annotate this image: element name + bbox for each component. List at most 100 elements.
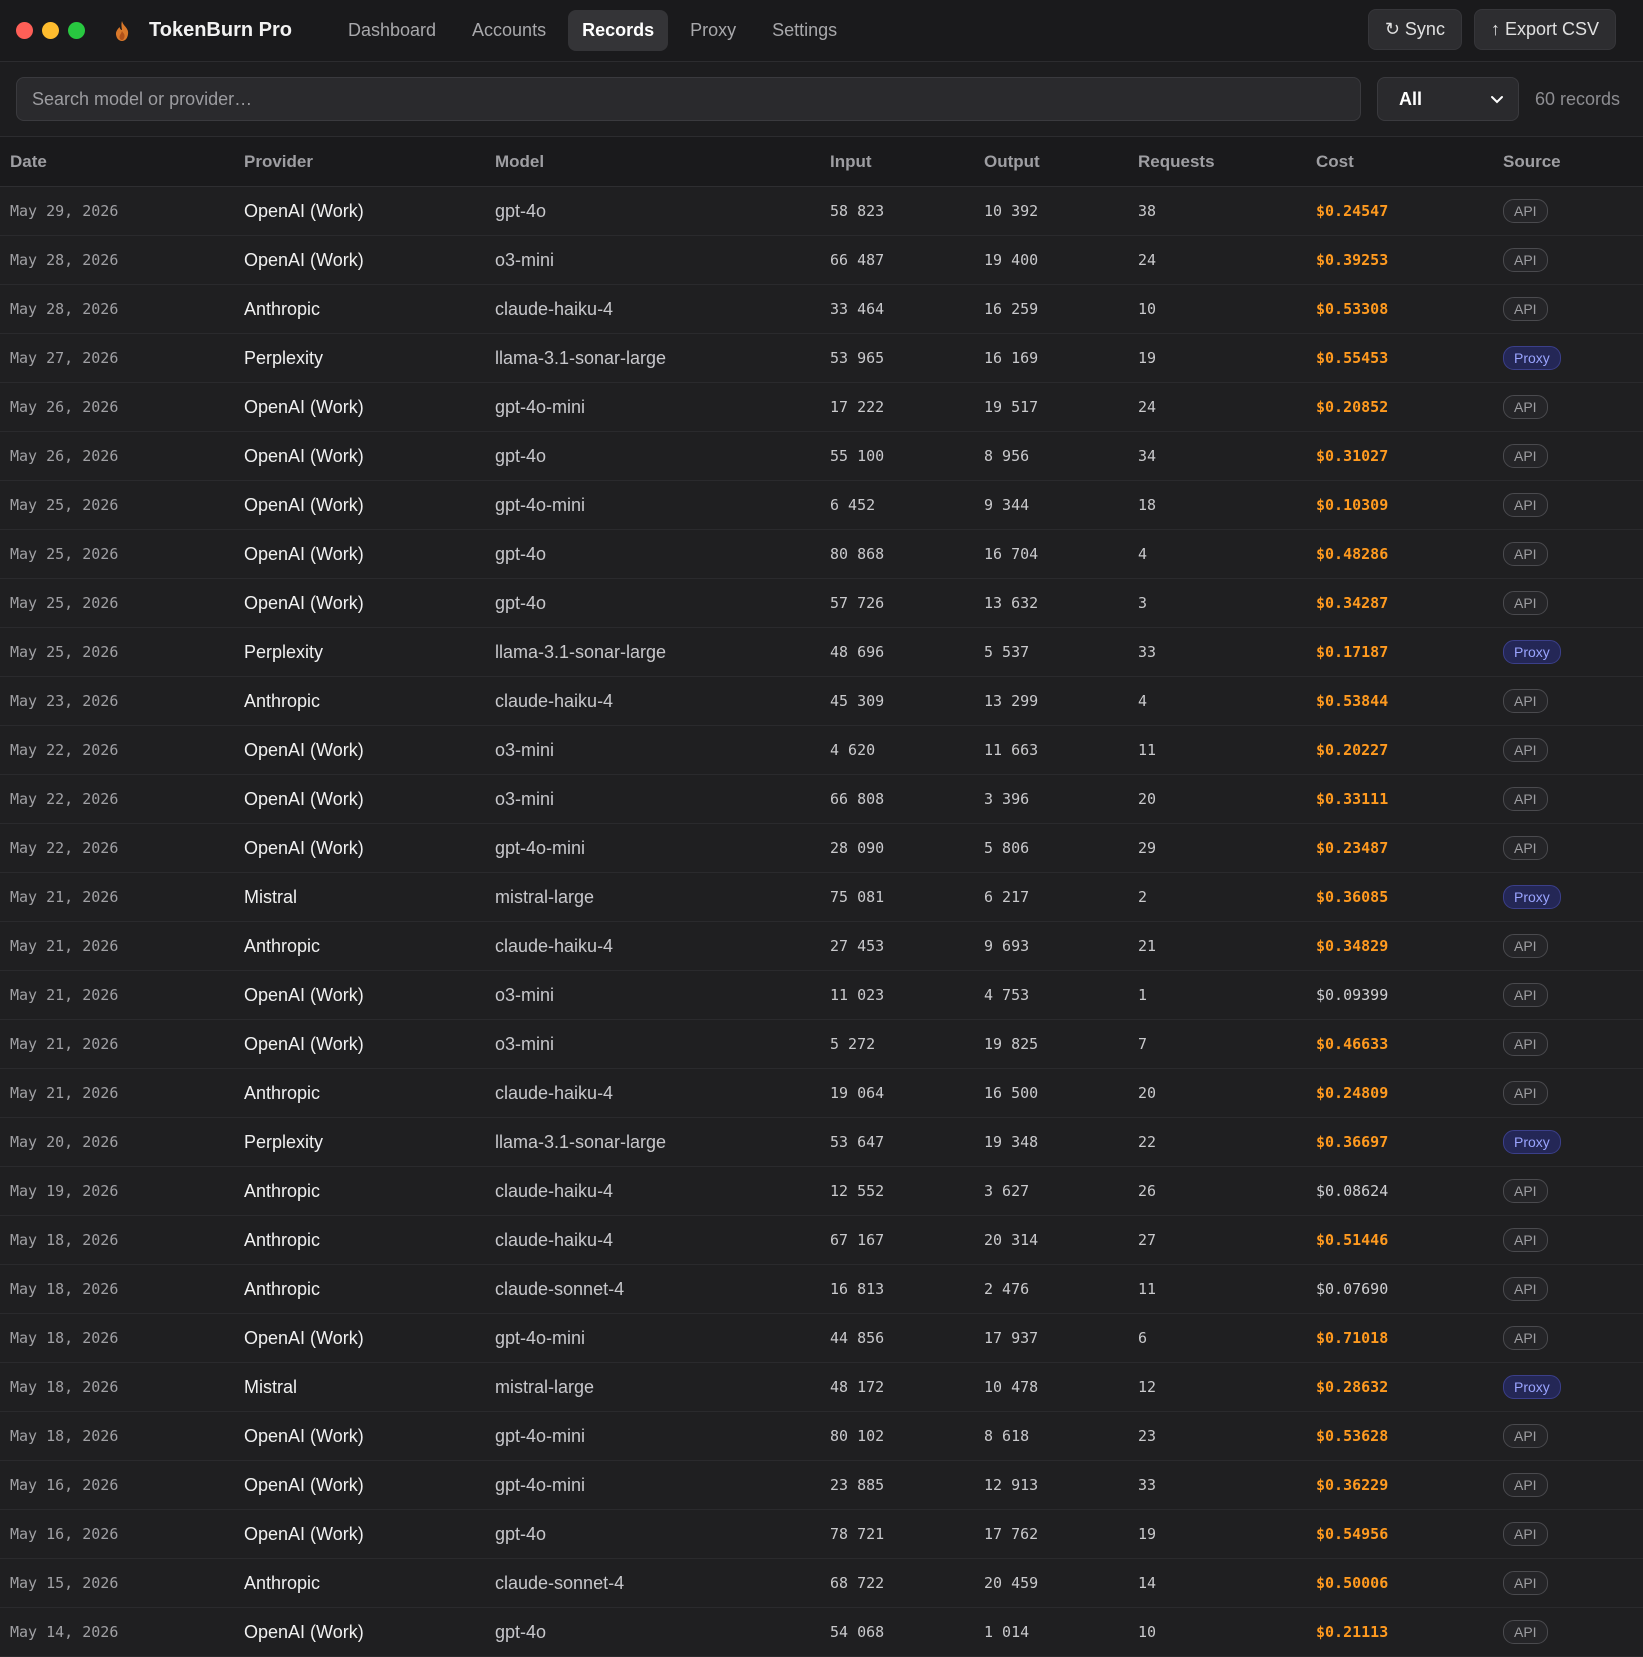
cell-provider: OpenAI (Work) bbox=[234, 431, 485, 481]
cell-provider: Anthropic bbox=[234, 1264, 485, 1314]
table-row[interactable]: May 21, 2026 Mistral mistral-large 75 081 6 … bbox=[0, 872, 1643, 922]
cell-model: claude-haiku-4 bbox=[485, 676, 820, 726]
cell-output: 19 400 bbox=[974, 235, 1128, 285]
cell-provider: OpenAI (Work) bbox=[234, 1460, 485, 1510]
cell-date: May 28, 2026 bbox=[0, 284, 234, 334]
table-row[interactable]: May 25, 2026 OpenAI (Work) gpt-4o-mini 6 45… bbox=[0, 480, 1643, 530]
cell-source: API bbox=[1493, 823, 1643, 873]
table-row[interactable]: May 28, 2026 OpenAI (Work) o3-mini 66 487 19… bbox=[0, 235, 1643, 285]
cell-provider: Perplexity bbox=[234, 1117, 485, 1167]
cell-cost: $0.10309 bbox=[1306, 480, 1493, 530]
tab-settings[interactable]: Settings bbox=[758, 10, 851, 51]
cell-output: 2 476 bbox=[974, 1264, 1128, 1314]
source-badge: API bbox=[1503, 1424, 1548, 1448]
cell-model: gpt-4o-mini bbox=[485, 480, 820, 530]
cell-input: 6 452 bbox=[820, 480, 974, 530]
cell-provider: OpenAI (Work) bbox=[234, 1411, 485, 1461]
table-row[interactable]: May 23, 2026 Anthropic claude-haiku-4 45 30… bbox=[0, 676, 1643, 726]
cell-output: 19 825 bbox=[974, 1019, 1128, 1069]
column-header-input[interactable]: Input bbox=[820, 137, 974, 187]
column-header-source[interactable]: Source bbox=[1493, 137, 1643, 187]
cell-input: 58 823 bbox=[820, 186, 974, 236]
table-row[interactable]: May 18, 2026 Anthropic claude-haiku-4 67 16… bbox=[0, 1215, 1643, 1265]
cell-input: 5 272 bbox=[820, 1019, 974, 1069]
table-row[interactable]: May 18, 2026 Anthropic claude-sonnet-4 16 8… bbox=[0, 1264, 1643, 1314]
table-row[interactable]: May 22, 2026 OpenAI (Work) o3-mini 4 620 11 … bbox=[0, 725, 1643, 775]
column-header-model[interactable]: Model bbox=[485, 137, 820, 187]
column-header-provider[interactable]: Provider bbox=[234, 137, 485, 187]
export-csv-button[interactable]: ↑ Export CSV bbox=[1473, 9, 1616, 50]
minimize-window-button[interactable] bbox=[42, 22, 59, 39]
cell-input: 53 647 bbox=[820, 1117, 974, 1167]
cell-model: gpt-4o bbox=[485, 529, 820, 579]
table-row[interactable]: May 20, 2026 Perplexity llama-3.1-sonar-la… bbox=[0, 1117, 1643, 1167]
table-row[interactable]: May 25, 2026 Perplexity llama-3.1-sonar-la… bbox=[0, 627, 1643, 677]
tab-dashboard[interactable]: Dashboard bbox=[334, 10, 450, 51]
table-row[interactable]: May 22, 2026 OpenAI (Work) gpt-4o-mini 28 0… bbox=[0, 823, 1643, 873]
source-badge: API bbox=[1503, 248, 1548, 272]
cell-input: 54 068 bbox=[820, 1607, 974, 1657]
cell-provider: OpenAI (Work) bbox=[234, 529, 485, 579]
tab-records[interactable]: Records bbox=[568, 10, 669, 51]
table-row[interactable]: May 21, 2026 Anthropic claude-haiku-4 27 45… bbox=[0, 921, 1643, 971]
cell-source: API bbox=[1493, 529, 1643, 579]
source-badge: API bbox=[1503, 1228, 1548, 1252]
cell-input: 67 167 bbox=[820, 1215, 974, 1265]
cell-output: 19 517 bbox=[974, 382, 1128, 432]
maximize-window-button[interactable] bbox=[68, 22, 85, 39]
column-header-output[interactable]: Output bbox=[974, 137, 1128, 187]
cell-input: 19 064 bbox=[820, 1068, 974, 1118]
cell-requests: 38 bbox=[1128, 186, 1306, 236]
table-row[interactable]: May 15, 2026 Anthropic claude-sonnet-4 68 7… bbox=[0, 1558, 1643, 1608]
search-input[interactable] bbox=[16, 77, 1361, 121]
table-row[interactable]: May 26, 2026 OpenAI (Work) gpt-4o-mini 17 2… bbox=[0, 382, 1643, 432]
sync-button[interactable]: ↻ Sync bbox=[1367, 9, 1462, 50]
table-row[interactable]: May 18, 2026 OpenAI (Work) gpt-4o-mini 80 1… bbox=[0, 1411, 1643, 1461]
cell-input: 68 722 bbox=[820, 1558, 974, 1608]
cell-model: gpt-4o bbox=[485, 1607, 820, 1657]
table-row[interactable]: May 26, 2026 OpenAI (Work) gpt-4o 55 100 8 9… bbox=[0, 431, 1643, 481]
source-badge: API bbox=[1503, 1032, 1548, 1056]
cell-model: gpt-4o bbox=[485, 186, 820, 236]
table-row[interactable]: May 21, 2026 OpenAI (Work) o3-mini 5 272 19 … bbox=[0, 1019, 1643, 1069]
column-header-date[interactable]: Date bbox=[0, 137, 234, 187]
table-row[interactable]: May 16, 2026 OpenAI (Work) gpt-4o 78 721 17 … bbox=[0, 1509, 1643, 1559]
cell-cost: $0.53628 bbox=[1306, 1411, 1493, 1461]
table-row[interactable]: May 22, 2026 OpenAI (Work) o3-mini 66 808 3 … bbox=[0, 774, 1643, 824]
tab-proxy[interactable]: Proxy bbox=[676, 10, 750, 51]
table-row[interactable]: May 25, 2026 OpenAI (Work) gpt-4o 57 726 13 … bbox=[0, 578, 1643, 628]
table-row[interactable]: May 25, 2026 OpenAI (Work) gpt-4o 80 868 16 … bbox=[0, 529, 1643, 579]
cell-source: API bbox=[1493, 578, 1643, 628]
table-row[interactable]: May 18, 2026 Mistral mistral-large 48 172 10… bbox=[0, 1362, 1643, 1412]
cell-input: 80 102 bbox=[820, 1411, 974, 1461]
cell-requests: 23 bbox=[1128, 1411, 1306, 1461]
cell-model: gpt-4o bbox=[485, 578, 820, 628]
close-window-button[interactable] bbox=[16, 22, 33, 39]
app-title: TokenBurn Pro bbox=[149, 19, 292, 41]
cell-requests: 7 bbox=[1128, 1019, 1306, 1069]
cell-output: 6 217 bbox=[974, 872, 1128, 922]
table-row[interactable]: May 14, 2026 OpenAI (Work) gpt-4o 54 068 1 0… bbox=[0, 1607, 1643, 1657]
table-row[interactable]: May 19, 2026 Anthropic claude-haiku-4 12 55… bbox=[0, 1166, 1643, 1216]
source-badge: API bbox=[1503, 1571, 1548, 1595]
table-row[interactable]: May 16, 2026 OpenAI (Work) gpt-4o-mini 23 8… bbox=[0, 1460, 1643, 1510]
table-row[interactable]: May 27, 2026 Perplexity llama-3.1-sonar-la… bbox=[0, 333, 1643, 383]
table-row[interactable]: May 21, 2026 OpenAI (Work) o3-mini 11 023 4 … bbox=[0, 970, 1643, 1020]
cell-source: API bbox=[1493, 284, 1643, 334]
cell-cost: $0.46633 bbox=[1306, 1019, 1493, 1069]
source-badge: API bbox=[1503, 1326, 1548, 1350]
cell-requests: 4 bbox=[1128, 676, 1306, 726]
table-row[interactable]: May 29, 2026 OpenAI (Work) gpt-4o 58 823 10 … bbox=[0, 186, 1643, 236]
cell-model: claude-haiku-4 bbox=[485, 921, 820, 971]
table-row[interactable]: May 18, 2026 OpenAI (Work) gpt-4o-mini 44 8… bbox=[0, 1313, 1643, 1363]
column-header-cost[interactable]: Cost bbox=[1306, 137, 1493, 187]
source-filter-value: All bbox=[1399, 88, 1423, 109]
tab-accounts[interactable]: Accounts bbox=[458, 10, 560, 51]
cell-source: API bbox=[1493, 1607, 1643, 1657]
column-header-requests[interactable]: Requests bbox=[1128, 137, 1306, 187]
table-row[interactable]: May 28, 2026 Anthropic claude-haiku-4 33 46… bbox=[0, 284, 1643, 334]
cell-input: 45 309 bbox=[820, 676, 974, 726]
source-badge: API bbox=[1503, 1081, 1548, 1105]
table-row[interactable]: May 21, 2026 Anthropic claude-haiku-4 19 06… bbox=[0, 1068, 1643, 1118]
source-filter-select[interactable]: All bbox=[1377, 77, 1519, 121]
